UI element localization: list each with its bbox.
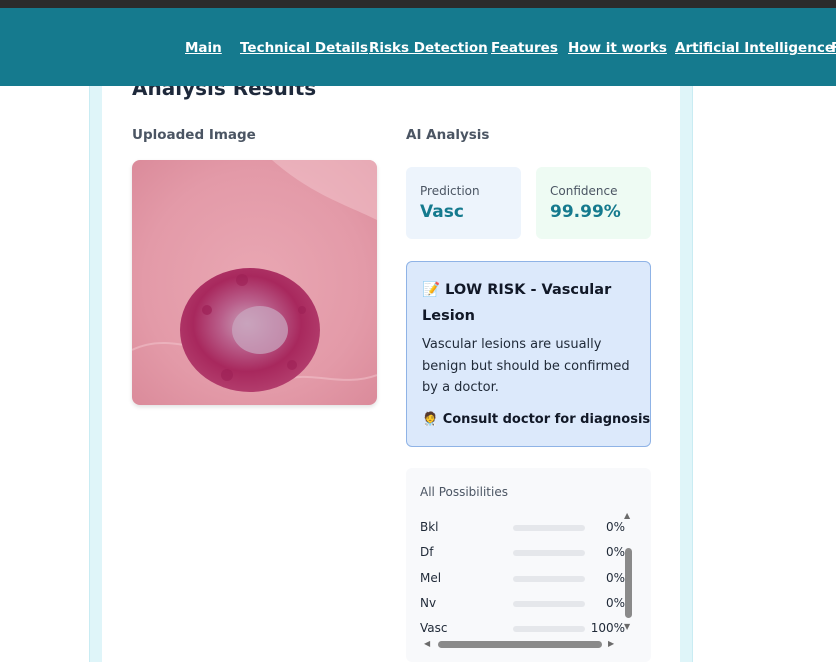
possibility-name: Mel — [420, 571, 442, 585]
possibility-name: Vasc — [420, 621, 448, 635]
possibility-bar — [513, 601, 585, 607]
possibility-percent: 100% — [590, 621, 625, 635]
nav-link-risks-detection[interactable]: Risks Detection — [369, 40, 488, 56]
ai-analysis-label: AI Analysis — [406, 127, 490, 143]
possibility-bar — [513, 525, 585, 531]
possibility-percent: 0% — [605, 520, 625, 534]
nav-link-main[interactable]: Main — [185, 40, 222, 56]
risk-title: 📝 LOW RISK - Vascular Lesion — [422, 282, 612, 324]
risk-description: Vascular lesions are usually benign but … — [422, 337, 630, 395]
possibility-row: Nv 0% — [420, 594, 625, 614]
possibility-percent: 0% — [605, 571, 625, 585]
scroll-left-arrow-icon[interactable]: ◀ — [424, 640, 430, 648]
consult-doctor-note: 🧑‍⚕️ Consult doctor for diagnosis — [422, 412, 651, 427]
uploaded-lesion-image — [132, 160, 377, 405]
browser-top-edge — [0, 0, 836, 8]
possibilities-title: All Possibilities — [420, 485, 508, 499]
nav-link-how-it-works[interactable]: How it works — [568, 40, 667, 56]
scroll-up-arrow-icon[interactable]: ▲ — [624, 512, 630, 520]
possibility-percent: 0% — [605, 545, 625, 559]
possibility-bar — [513, 550, 585, 556]
possibility-bar — [513, 626, 585, 632]
nav-link-technical-details[interactable]: Technical Details — [240, 40, 368, 56]
prediction-value: Vasc — [420, 202, 464, 222]
confidence-label: Confidence — [550, 184, 618, 198]
scroll-right-arrow-icon[interactable]: ▶ — [608, 640, 614, 648]
possibility-row: Df 0% — [420, 543, 625, 563]
nav-link-artificial-intelligence[interactable]: Artificial Intelligence — [675, 40, 834, 56]
horizontal-scrollbar-thumb[interactable] — [438, 641, 602, 648]
possibility-name: Df — [420, 545, 434, 559]
confidence-card: Confidence 99.99% — [536, 167, 651, 239]
nav-link-features[interactable]: Features — [491, 40, 558, 56]
possibility-percent: 0% — [605, 596, 625, 610]
possibility-bar — [513, 576, 585, 582]
possibility-row: Vasc 100% — [420, 619, 625, 639]
top-navigation: Main Technical Details Risks Detection F… — [0, 8, 836, 86]
possibility-name: Nv — [420, 596, 437, 610]
nav-link-truncated[interactable]: F — [831, 40, 836, 56]
scroll-down-arrow-icon[interactable]: ▼ — [624, 623, 630, 631]
possibility-row: Bkl 0% — [420, 518, 625, 538]
possibility-name: Bkl — [420, 520, 439, 534]
possibilities-panel[interactable]: All Possibilities Bkl 0% Df 0% Mel 0% Nv… — [406, 468, 651, 662]
vertical-scrollbar-thumb[interactable] — [625, 548, 632, 618]
possibility-row: Mel 0% — [420, 569, 625, 589]
prediction-card: Prediction Vasc — [406, 167, 521, 239]
uploaded-image-label: Uploaded Image — [132, 127, 256, 143]
confidence-value: 99.99% — [550, 202, 621, 222]
prediction-label: Prediction — [420, 184, 480, 198]
risk-card: 📝 LOW RISK - Vascular Lesion Vascular le… — [406, 261, 651, 447]
